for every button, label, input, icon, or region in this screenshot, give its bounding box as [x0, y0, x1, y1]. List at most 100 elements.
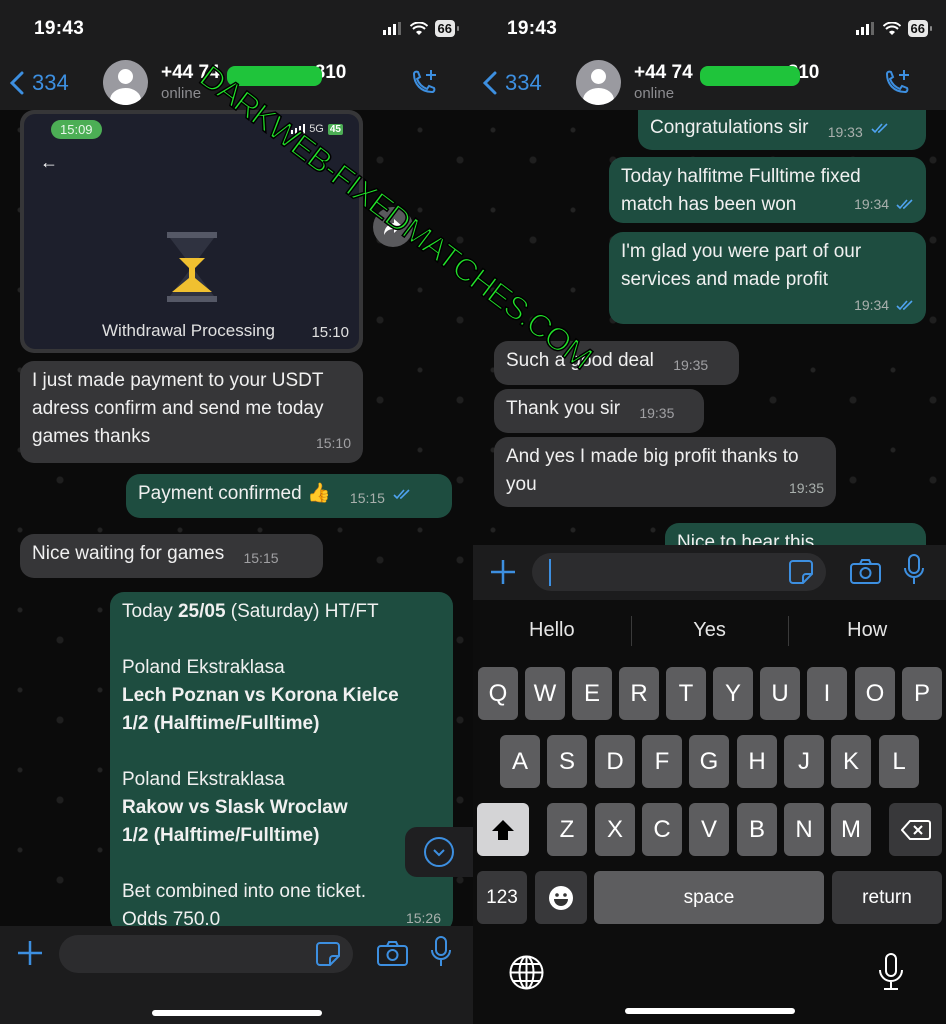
match2-league: Poland Ekstraklasa	[122, 769, 285, 790]
match1-league: Poland Ekstraklasa	[122, 657, 285, 678]
tips-message[interactable]: Today 25/05 (Saturday) HT/FT Poland Ekst…	[110, 592, 453, 932]
message-time: 19:34	[854, 297, 890, 313]
camera-icon[interactable]	[850, 559, 881, 584]
backspace-icon	[900, 819, 931, 840]
avatar[interactable]	[576, 60, 621, 105]
suggestion-item[interactable]: Yes	[630, 600, 789, 660]
message-outgoing[interactable]: Congratulations sir 19:33	[638, 110, 926, 150]
message-time: 19:34	[854, 196, 890, 212]
home-indicator[interactable]	[152, 1010, 322, 1016]
microphone-icon[interactable]	[903, 554, 925, 586]
key-m[interactable]: M	[831, 803, 871, 856]
dictation-mic-icon[interactable]	[878, 953, 904, 991]
message-outgoing[interactable]: I'm glad you were part of our services a…	[609, 232, 926, 324]
read-receipt-icon	[896, 199, 913, 210]
status-bar: 19:43 66	[0, 0, 473, 58]
key-p[interactable]: P	[902, 667, 942, 720]
message-incoming[interactable]: I just made payment to your USDT adress …	[20, 361, 363, 463]
camera-icon[interactable]	[377, 941, 408, 966]
key-s[interactable]: S	[547, 735, 587, 788]
shift-arrow-icon	[492, 819, 514, 840]
key-u[interactable]: U	[760, 667, 800, 720]
globe-icon[interactable]	[509, 955, 544, 990]
key-i[interactable]: I	[807, 667, 847, 720]
return-key[interactable]: return	[832, 871, 942, 924]
emoji-icon	[549, 885, 573, 910]
add-call-icon[interactable]	[409, 68, 439, 98]
sticker-icon[interactable]	[315, 941, 341, 967]
key-t[interactable]: T	[666, 667, 706, 720]
key-a[interactable]: A	[500, 735, 540, 788]
message-outgoing[interactable]: Payment confirmed 👍 15:15	[126, 474, 452, 518]
key-r[interactable]: R	[619, 667, 659, 720]
message-outgoing[interactable]: Today halfitme Fulltime fixed match has …	[609, 157, 926, 223]
battery-indicator: 66	[434, 20, 460, 37]
chevron-left-icon	[10, 71, 24, 95]
input-bar	[473, 545, 946, 600]
key-d[interactable]: D	[595, 735, 635, 788]
combined-note: Bet combined into one ticket.	[122, 881, 366, 902]
key-j[interactable]: J	[784, 735, 824, 788]
backspace-key[interactable]	[889, 803, 942, 856]
match2-teams: Rakow vs Slask Wroclaw	[122, 797, 348, 818]
numbers-key[interactable]: 123	[477, 871, 527, 924]
unread-count: 334	[505, 70, 542, 95]
message-incoming[interactable]: And yes I made big profit thanks to you …	[494, 437, 836, 507]
key-k[interactable]: K	[831, 735, 871, 788]
key-f[interactable]: F	[642, 735, 682, 788]
key-z[interactable]: Z	[547, 803, 587, 856]
signal-icon	[855, 22, 874, 35]
avatar[interactable]	[103, 60, 148, 105]
message-input[interactable]	[59, 935, 353, 973]
read-receipt-icon	[871, 123, 888, 134]
sticker-icon[interactable]	[788, 559, 814, 585]
back-button[interactable]: 334	[10, 70, 69, 96]
message-time: 15:10	[315, 435, 351, 451]
message-incoming[interactable]: Nice waiting for games 15:15	[20, 534, 323, 578]
space-key[interactable]: space	[594, 871, 824, 924]
scroll-to-bottom-button[interactable]	[405, 827, 473, 877]
shift-key[interactable]	[477, 803, 529, 856]
key-l[interactable]: L	[879, 735, 919, 788]
suggestion-item[interactable]: Hello	[473, 600, 631, 660]
chat-header: 334 +44 74 810 online	[473, 58, 946, 110]
add-call-icon[interactable]	[882, 68, 912, 98]
unread-count: 334	[32, 70, 69, 95]
image-caption: Withdrawal Processing	[102, 321, 275, 340]
key-b[interactable]: B	[737, 803, 777, 856]
read-receipt-icon	[393, 489, 410, 500]
redaction-mark	[700, 66, 800, 86]
status-time: 19:43	[34, 18, 85, 39]
match1-pick: 1/2 (Halftime/Fulltime)	[122, 713, 320, 734]
wifi-icon	[409, 21, 428, 35]
key-x[interactable]: X	[595, 803, 635, 856]
message-incoming[interactable]: Such a good deal 19:35	[494, 341, 739, 385]
back-button[interactable]: 334	[483, 70, 542, 96]
signal-icon	[382, 22, 401, 35]
key-c[interactable]: C	[642, 803, 682, 856]
message-time: 15:15	[349, 490, 385, 506]
key-n[interactable]: N	[784, 803, 824, 856]
key-o[interactable]: O	[855, 667, 895, 720]
key-y[interactable]: Y	[713, 667, 753, 720]
key-w[interactable]: W	[525, 667, 565, 720]
key-v[interactable]: V	[689, 803, 729, 856]
key-h[interactable]: H	[737, 735, 777, 788]
microphone-icon[interactable]	[430, 936, 452, 968]
suggestion-item[interactable]: How	[788, 600, 946, 660]
wifi-icon	[882, 21, 901, 35]
key-q[interactable]: Q	[478, 667, 518, 720]
key-g[interactable]: G	[689, 735, 729, 788]
plus-icon[interactable]	[16, 939, 44, 967]
message-incoming[interactable]: Thank you sir 19:35	[494, 389, 704, 433]
contact-info[interactable]: +44 74 810 online	[634, 62, 819, 102]
plus-icon[interactable]	[489, 558, 517, 586]
message-time: 19:35	[639, 405, 675, 421]
message-input[interactable]	[532, 553, 826, 591]
text-cursor	[549, 559, 551, 586]
key-e[interactable]: E	[572, 667, 612, 720]
left-phone-screen: 19:43 66 334 +44 74810 online 15:09 5G	[0, 0, 473, 1024]
status-time: 19:43	[507, 18, 558, 39]
emoji-key[interactable]	[535, 871, 587, 924]
home-indicator[interactable]	[625, 1008, 795, 1014]
